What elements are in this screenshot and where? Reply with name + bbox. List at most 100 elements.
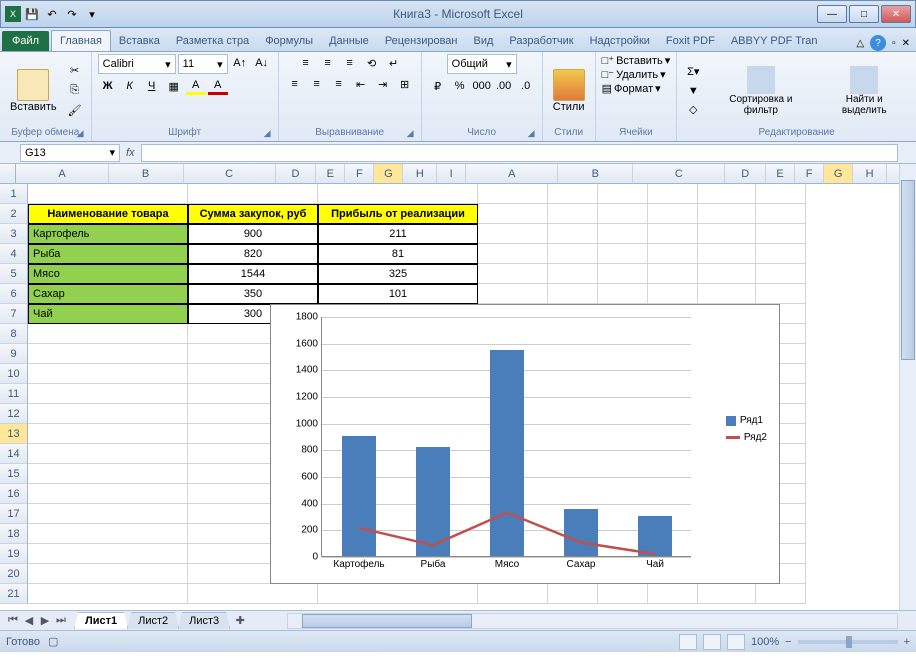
tab-foxit[interactable]: Foxit PDF — [658, 31, 723, 51]
cell[interactable] — [28, 404, 188, 424]
grow-font-icon[interactable]: A↑ — [230, 54, 250, 72]
file-tab[interactable]: Файл — [2, 31, 49, 51]
cell[interactable] — [756, 224, 806, 244]
table-cell-sum[interactable]: 350 — [188, 284, 318, 304]
tab-view[interactable]: Вид — [466, 31, 502, 51]
align-center-icon[interactable]: ≡ — [307, 75, 327, 93]
cell[interactable] — [756, 244, 806, 264]
redo-icon[interactable]: ↷ — [63, 5, 81, 23]
row-header-8[interactable]: 8 — [0, 324, 28, 344]
sheet-tab-1[interactable]: Лист1 — [74, 612, 128, 629]
cell[interactable] — [478, 224, 548, 244]
tab-home[interactable]: Главная — [51, 30, 111, 51]
increase-decimal-icon[interactable]: .00 — [494, 77, 514, 95]
insert-cells-button[interactable]: □⁺Вставить▾ — [602, 54, 671, 67]
tab-formulas[interactable]: Формулы — [257, 31, 321, 51]
decrease-decimal-icon[interactable]: .0 — [516, 77, 536, 95]
row-header-10[interactable]: 10 — [0, 364, 28, 384]
minimize-button[interactable]: — — [817, 5, 847, 23]
cell[interactable] — [648, 224, 698, 244]
cell[interactable] — [478, 264, 548, 284]
col-header-D[interactable]: D — [725, 164, 766, 183]
table-cell-name[interactable]: Сахар — [28, 284, 188, 304]
copy-icon[interactable]: ⎘ — [65, 82, 85, 100]
cell[interactable] — [28, 504, 188, 524]
clear-icon[interactable]: ◇ — [683, 101, 703, 119]
col-header-C[interactable]: C — [184, 164, 276, 183]
embedded-chart[interactable]: 020040060080010001200140016001800Картофе… — [270, 304, 780, 584]
cell[interactable] — [28, 524, 188, 544]
col-header-H[interactable]: H — [853, 164, 887, 183]
cell[interactable] — [28, 184, 188, 204]
name-box[interactable]: G13▾ — [20, 144, 120, 162]
close-workbook-icon[interactable]: ✕ — [902, 38, 910, 49]
tab-data[interactable]: Данные — [321, 31, 377, 51]
cell[interactable] — [598, 264, 648, 284]
cell[interactable] — [478, 244, 548, 264]
select-all-corner[interactable] — [0, 164, 16, 183]
cell[interactable] — [548, 264, 598, 284]
save-icon[interactable]: 💾 — [23, 5, 41, 23]
zoom-in-icon[interactable]: + — [904, 636, 910, 648]
border-icon[interactable]: ▦ — [164, 77, 184, 95]
col-header-C[interactable]: C — [633, 164, 725, 183]
row-header-19[interactable]: 19 — [0, 544, 28, 564]
zoom-out-icon[interactable]: − — [785, 636, 791, 648]
row-header-15[interactable]: 15 — [0, 464, 28, 484]
last-sheet-icon[interactable]: ⏭ — [54, 614, 68, 627]
cell[interactable] — [756, 584, 806, 604]
cell[interactable] — [548, 244, 598, 264]
col-header-F[interactable]: F — [795, 164, 824, 183]
cell[interactable] — [698, 584, 756, 604]
styles-button[interactable]: Стили — [549, 67, 589, 115]
table-cell-sum[interactable]: 900 — [188, 224, 318, 244]
autosum-icon[interactable]: Σ▾ — [683, 63, 703, 81]
row-header-7[interactable]: 7 — [0, 304, 28, 324]
tab-insert[interactable]: Вставка — [111, 31, 168, 51]
fx-icon[interactable]: fx — [120, 147, 141, 159]
sheet-tab-3[interactable]: Лист3 — [178, 612, 230, 629]
row-header-4[interactable]: 4 — [0, 244, 28, 264]
col-header-H[interactable]: H — [403, 164, 437, 183]
row-header-17[interactable]: 17 — [0, 504, 28, 524]
table-header[interactable]: Прибыль от реализации — [318, 204, 478, 224]
align-middle-icon[interactable]: ≡ — [318, 54, 338, 72]
table-cell-name[interactable]: Чай — [28, 304, 188, 324]
next-sheet-icon[interactable]: ▶ — [38, 614, 52, 627]
normal-view-icon[interactable] — [679, 634, 697, 650]
align-top-icon[interactable]: ≡ — [296, 54, 316, 72]
underline-icon[interactable]: Ч — [142, 77, 162, 95]
cell[interactable] — [318, 584, 478, 604]
cell[interactable] — [188, 584, 318, 604]
decrease-indent-icon[interactable]: ⇤ — [351, 75, 371, 93]
cell[interactable] — [648, 584, 698, 604]
cell[interactable] — [756, 284, 806, 304]
row-header-5[interactable]: 5 — [0, 264, 28, 284]
row-header-1[interactable]: 1 — [0, 184, 28, 204]
page-break-view-icon[interactable] — [727, 634, 745, 650]
cell[interactable] — [188, 184, 318, 204]
cell[interactable] — [756, 204, 806, 224]
italic-icon[interactable]: К — [120, 77, 140, 95]
cell[interactable] — [698, 184, 756, 204]
cell[interactable] — [28, 544, 188, 564]
row-header-14[interactable]: 14 — [0, 444, 28, 464]
delete-cells-button[interactable]: □⁻Удалить▾ — [602, 68, 666, 81]
cell[interactable] — [478, 204, 548, 224]
col-header-G[interactable]: G — [824, 164, 853, 183]
cell[interactable] — [598, 584, 648, 604]
col-header-B[interactable]: B — [109, 164, 184, 183]
currency-icon[interactable]: ₽ — [428, 77, 448, 95]
cell[interactable] — [698, 284, 756, 304]
tab-addins[interactable]: Надстройки — [582, 31, 658, 51]
col-header-A[interactable]: A — [16, 164, 108, 183]
cell[interactable] — [478, 584, 548, 604]
col-header-B[interactable]: B — [558, 164, 633, 183]
wrap-text-icon[interactable]: ↵ — [384, 54, 404, 72]
minimize-ribbon-icon[interactable]: △ — [856, 38, 864, 49]
cell[interactable] — [648, 184, 698, 204]
cell[interactable] — [548, 284, 598, 304]
zoom-level[interactable]: 100% — [751, 636, 779, 648]
cell[interactable] — [28, 324, 188, 344]
maximize-button[interactable]: □ — [849, 5, 879, 23]
